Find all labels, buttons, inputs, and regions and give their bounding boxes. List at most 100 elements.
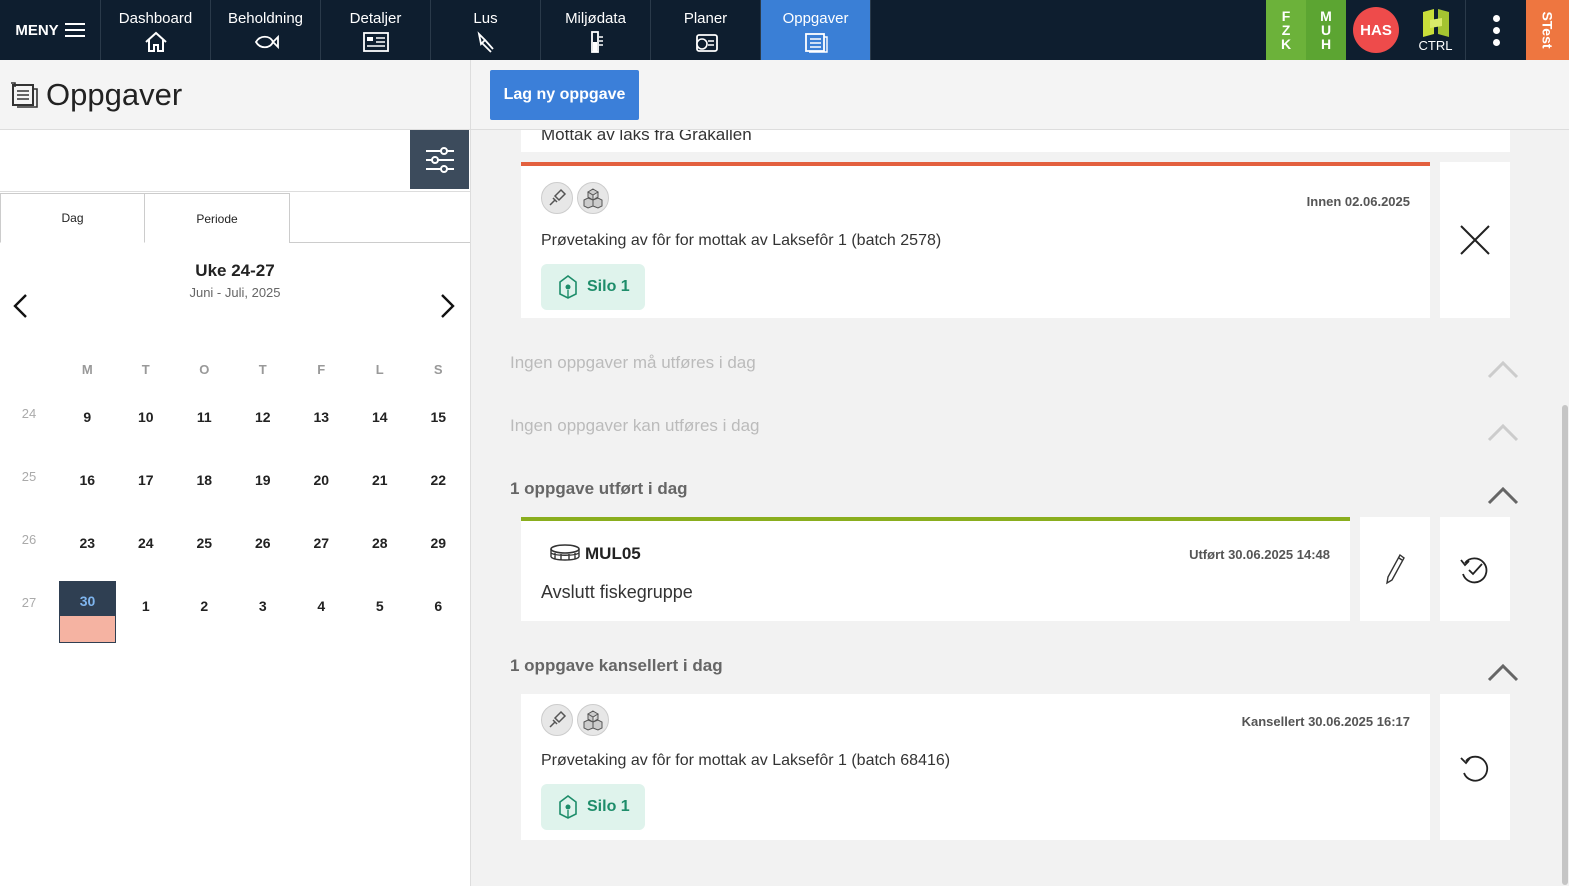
week-number: 27 <box>21 595 37 610</box>
dow-label: M <box>81 362 93 377</box>
week-number: 24 <box>21 406 37 421</box>
today-task-indicator <box>60 616 115 642</box>
calendar-week-row: 27 30 1 2 3 4 5 6 <box>0 581 470 644</box>
restore-task-button[interactable] <box>1440 694 1510 840</box>
dow-label: F <box>317 362 326 377</box>
calendar-day[interactable]: 6 <box>409 581 468 614</box>
calendar-day[interactable]: 26 <box>234 518 293 551</box>
tab-label: Dashboard <box>118 10 193 27</box>
filter-button[interactable] <box>410 130 469 189</box>
tab-miljodata[interactable]: Miljødata <box>541 0 651 60</box>
calendar-day[interactable]: 19 <box>234 455 293 488</box>
calendar-day[interactable]: 23 <box>58 518 117 551</box>
chip-label: Silo 1 <box>587 278 630 295</box>
calendar-day[interactable]: 12 <box>234 392 293 425</box>
task-date: Innen 02.06.2025 <box>1306 194 1410 209</box>
today-highlight: 30 <box>59 581 116 643</box>
task-card-done[interactable]: MUL05 Utført 30.06.2025 14:48 Avslutt fi… <box>521 517 1350 621</box>
revert-check-icon <box>1460 557 1488 584</box>
home-icon <box>144 31 167 52</box>
chevron-left-icon[interactable] <box>8 291 38 321</box>
close-icon <box>1460 225 1490 255</box>
chevron-right-icon[interactable] <box>430 291 460 321</box>
badge-letter: U <box>1320 22 1332 38</box>
calendar-day[interactable]: 20 <box>292 455 351 488</box>
calendar-day[interactable]: 14 <box>351 392 410 425</box>
task-list-panel: Lag ny oppgave Mottak av laks fra Gråkal… <box>471 60 1569 886</box>
badge-letter: Z <box>1281 22 1291 38</box>
site-badge-muh[interactable]: M U H <box>1306 0 1346 60</box>
calendar-day[interactable]: 16 <box>58 455 117 488</box>
calendar-day[interactable]: 2 <box>175 581 234 614</box>
menu-button[interactable]: MENY <box>0 0 101 60</box>
task-card[interactable]: Innen 02.06.2025 Prøvetaking av fôr for … <box>521 162 1430 318</box>
calendar-day[interactable]: 25 <box>175 518 234 551</box>
chevron-up-icon[interactable] <box>1487 485 1519 505</box>
tab-dashboard[interactable]: Dashboard <box>101 0 211 60</box>
tab-detaljer[interactable]: Detaljer <box>321 0 431 60</box>
filter-sliders-icon <box>425 146 454 173</box>
dow-label: L <box>375 362 384 377</box>
silo-icon <box>559 275 577 299</box>
calendar-day[interactable]: 27 <box>292 518 351 551</box>
calendar-day[interactable]: 9 <box>58 392 117 425</box>
calendar-day[interactable]: 3 <box>234 581 293 614</box>
tab-dag[interactable]: Dag <box>0 193 145 243</box>
tab-lus[interactable]: Lus <box>431 0 541 60</box>
calendar-day[interactable]: 5 <box>351 581 410 614</box>
tab-planer[interactable]: Planer <box>651 0 761 60</box>
new-task-button[interactable]: Lag ny oppgave <box>490 70 639 120</box>
task-title: Prøvetaking av fôr for mottak av Laksefô… <box>541 232 942 249</box>
calendar-day[interactable]: 1 <box>117 581 176 614</box>
ctrl-button[interactable]: CTRL <box>1406 0 1466 60</box>
hamburger-icon <box>64 19 85 41</box>
location-chip[interactable]: Silo 1 <box>541 784 645 830</box>
calendar-day[interactable]: 11 <box>175 392 234 425</box>
chevron-up-icon[interactable] <box>1487 422 1519 442</box>
tab-periode[interactable]: Periode <box>145 193 290 243</box>
undo-complete-button[interactable] <box>1440 517 1510 621</box>
task-date: Kansellert 30.06.2025 16:17 <box>1241 714 1410 729</box>
calendar-day[interactable]: 15 <box>409 392 468 425</box>
site-badge-fzk[interactable]: F Z K <box>1266 0 1306 60</box>
calendar-day[interactable]: 10 <box>117 392 176 425</box>
tab-beholdning[interactable]: Beholdning <box>211 0 321 60</box>
calendar-day[interactable]: 21 <box>351 455 410 488</box>
scrollbar-thumb[interactable] <box>1562 405 1568 885</box>
badge-letter: M <box>1320 8 1332 24</box>
calendar-day[interactable]: 29 <box>409 518 468 551</box>
calendar-day[interactable]: 22 <box>409 455 468 488</box>
calendar-day[interactable]: 17 <box>117 455 176 488</box>
week-number: 25 <box>21 469 37 484</box>
calendar-day[interactable]: 28 <box>351 518 410 551</box>
chevron-up-icon[interactable] <box>1487 662 1519 682</box>
location-chip[interactable]: Silo 1 <box>541 264 645 310</box>
tab-oppgaver[interactable]: Oppgaver <box>761 0 871 60</box>
badge-letter: F <box>1281 8 1291 24</box>
week-number: 26 <box>21 532 37 547</box>
unit-label: MUL05 <box>585 544 641 563</box>
tab-label: Miljødata <box>565 10 626 27</box>
calendar-week-label: Uke 24-27 <box>195 261 275 280</box>
undo-icon <box>1460 755 1489 782</box>
planner-icon <box>695 34 718 52</box>
calendar-day[interactable]: 4 <box>292 581 351 614</box>
calendar-dow-row: M T O T F L S <box>0 362 470 392</box>
task-type-icons <box>541 182 609 214</box>
cancel-task-button[interactable] <box>1440 162 1510 318</box>
calendar-day[interactable]: 24 <box>117 518 176 551</box>
pencil-icon <box>1386 553 1405 585</box>
edit-task-button[interactable] <box>1360 517 1430 621</box>
fish-icon <box>254 34 279 50</box>
chevron-up-icon[interactable] <box>1487 359 1519 379</box>
calendar-day[interactable]: 13 <box>292 392 351 425</box>
task-card-cancelled[interactable]: Kansellert 30.06.2025 16:17 Prøvetaking … <box>521 694 1430 840</box>
page-title: Oppgaver <box>46 76 183 112</box>
dow-label: T <box>141 362 150 377</box>
section-header-must: Ingen oppgaver må utføres i dag <box>510 353 756 372</box>
calendar-day[interactable]: 18 <box>175 455 234 488</box>
user-avatar-button[interactable]: HAS <box>1346 0 1406 60</box>
more-options-icon[interactable] <box>1466 0 1526 60</box>
top-nav-bar: MENY Dashboard Beholdning Detaljer Lus M… <box>0 0 1569 60</box>
boxes-icon <box>577 182 609 214</box>
